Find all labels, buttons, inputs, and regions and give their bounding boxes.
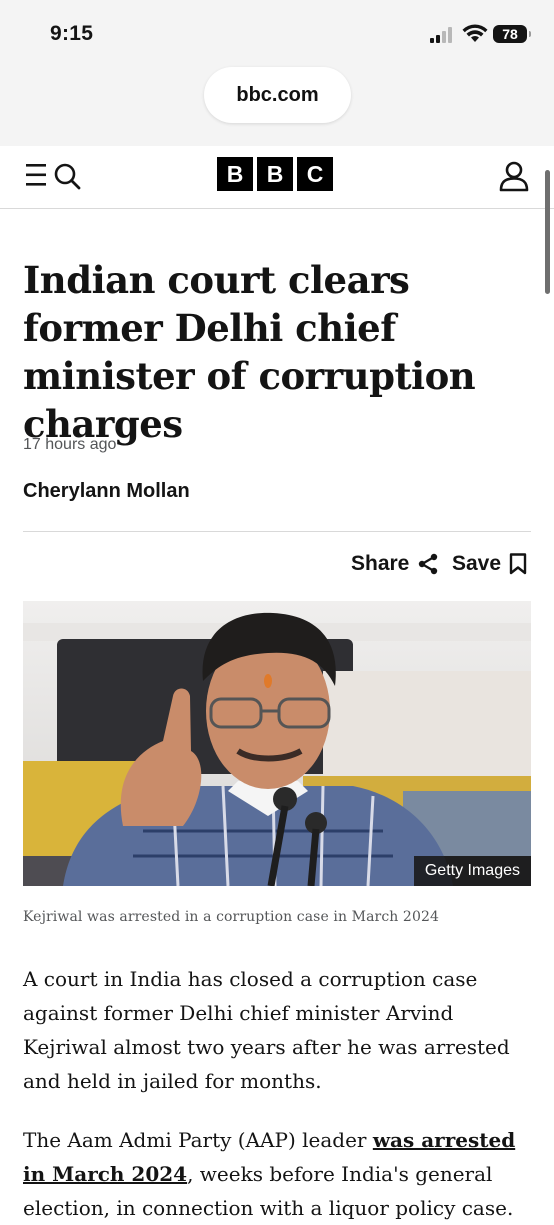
url-bar[interactable]: bbc.com bbox=[204, 67, 351, 123]
article-author[interactable]: Cherylann Mollan bbox=[23, 480, 190, 503]
signal-icon bbox=[430, 26, 454, 43]
share-icon bbox=[419, 553, 438, 575]
article-headline: Indian court clears former Delhi chief m… bbox=[23, 258, 476, 446]
bbc-logo-block: B bbox=[217, 157, 253, 191]
menu-search-button[interactable] bbox=[24, 160, 84, 190]
image-caption: Kejriwal was arrested in a corruption ca… bbox=[23, 909, 439, 925]
divider bbox=[23, 531, 531, 532]
bbc-logo-block: C bbox=[297, 157, 333, 191]
site-header: B B C bbox=[0, 146, 554, 209]
status-time: 9:15 bbox=[50, 22, 94, 45]
wifi-icon bbox=[462, 24, 488, 42]
scrollbar[interactable] bbox=[545, 170, 550, 294]
image-credit: Getty Images bbox=[413, 856, 531, 886]
bbc-logo[interactable]: B B C bbox=[217, 157, 333, 191]
browser-toolbar: bbc.com bbox=[0, 64, 554, 146]
speaker-photo-illustration bbox=[23, 601, 531, 886]
menu-icon bbox=[26, 164, 46, 186]
bbc-logo-block: B bbox=[257, 157, 293, 191]
battery-icon: 78 bbox=[493, 25, 531, 43]
save-label: Save bbox=[452, 552, 502, 575]
article-paragraph: A court in India has closed a corruption… bbox=[23, 967, 510, 1093]
share-button[interactable]: Share bbox=[351, 549, 439, 579]
user-account-icon[interactable] bbox=[498, 160, 530, 192]
save-button[interactable]: Save bbox=[452, 549, 527, 579]
search-icon bbox=[54, 163, 81, 190]
bookmark-icon bbox=[509, 553, 527, 575]
article-image: Getty Images bbox=[23, 601, 531, 886]
article-paragraph: The Aam Admi Party (AAP) leader was arre… bbox=[23, 1123, 531, 1225]
paragraph-text: The Aam Admi Party (AAP) leader bbox=[23, 1128, 373, 1152]
share-label: Share bbox=[351, 552, 410, 575]
status-bar: 9:15 78 bbox=[0, 0, 554, 64]
article-timestamp: 17 hours ago bbox=[23, 436, 117, 453]
